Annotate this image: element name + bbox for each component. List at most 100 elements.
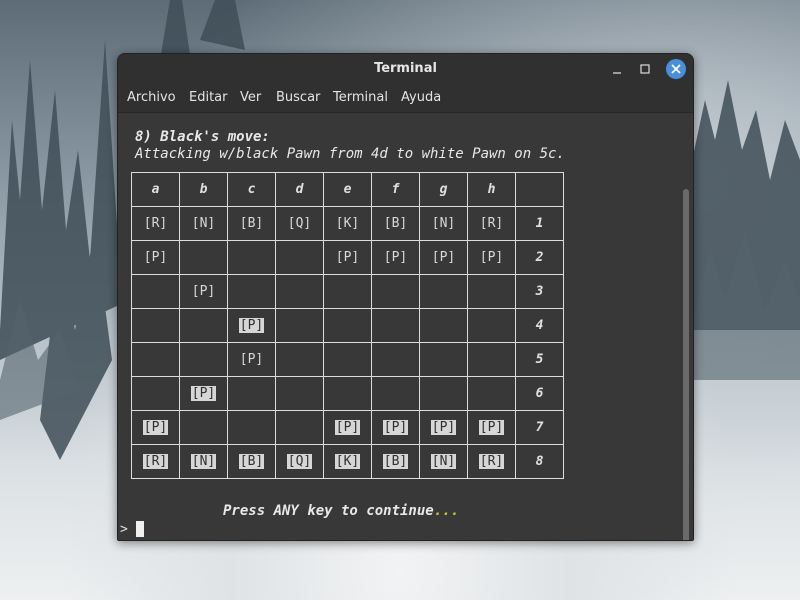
chess-piece: [N]: [190, 454, 217, 469]
board-square: [P]: [467, 240, 516, 275]
row-number: 3: [515, 274, 564, 309]
board-square: [P]: [323, 240, 372, 275]
board-square: [P]: [467, 410, 516, 445]
board-row: [R] [N] [B] [Q] [K] [B] [N] [R] 8: [131, 444, 564, 479]
row-number: 2: [515, 240, 564, 275]
board-square: [467, 274, 516, 309]
board-square: [371, 274, 420, 309]
chess-piece: [P]: [382, 420, 409, 435]
board-square: [P]: [371, 410, 420, 445]
column-header: h: [467, 172, 516, 207]
chess-piece: [R]: [478, 454, 505, 469]
board-row: [R] [N] [B] [Q] [K] [B] [N] [R] 1: [131, 206, 564, 241]
board-square: [467, 376, 516, 411]
board-square: [131, 274, 180, 309]
chess-piece: [P]: [238, 318, 265, 333]
chess-piece: [N]: [430, 454, 457, 469]
board-square: [N]: [179, 206, 228, 241]
board-square: [371, 308, 420, 343]
chess-piece: [P]: [431, 250, 456, 265]
board-square: [R]: [467, 444, 516, 479]
chess-piece: [R]: [143, 216, 168, 231]
chess-piece: [N]: [191, 216, 216, 231]
board-row: [P] 6: [131, 376, 564, 411]
column-header: e: [323, 172, 372, 207]
board-square: [419, 308, 468, 343]
board-square: [179, 410, 228, 445]
menu-bar: Archivo Editar Ver Buscar Terminal Ayuda: [118, 84, 693, 113]
board-square: [P]: [371, 240, 420, 275]
board-square: [419, 376, 468, 411]
board-square: [371, 342, 420, 377]
menu-terminal[interactable]: Terminal: [333, 90, 388, 105]
maximize-icon[interactable]: [634, 58, 656, 80]
title-bar[interactable]: Terminal: [118, 54, 693, 84]
terminal-window: Terminal Archivo Editar Ver Buscar Termi…: [117, 53, 694, 541]
board-square: [P]: [323, 410, 372, 445]
menu-archivo[interactable]: Archivo: [127, 90, 176, 105]
column-header: b: [179, 172, 228, 207]
board-square: [419, 342, 468, 377]
board-square: [227, 410, 276, 445]
text-cursor: [136, 521, 144, 537]
board-square: [323, 376, 372, 411]
column-header: [515, 172, 564, 207]
board-row: [P] 5: [131, 342, 564, 377]
move-description: Attacking w/black Pawn from 4d to white …: [135, 146, 565, 162]
chess-piece: [K]: [335, 216, 360, 231]
close-icon[interactable]: [666, 59, 686, 79]
chess-piece: [P]: [239, 352, 264, 367]
continue-dots: ...: [433, 503, 460, 519]
chess-board: a b c d e f g h [R] [N] [B] [Q] [K] [B] [N] [R] 1 [P] [P][…: [131, 172, 564, 479]
board-square: [P]: [131, 240, 180, 275]
board-square: [323, 308, 372, 343]
row-number: 8: [515, 444, 564, 479]
board-square: [P]: [179, 274, 228, 309]
board-square: [Q]: [275, 206, 324, 241]
chess-piece: [R]: [479, 216, 504, 231]
board-square: [B]: [371, 444, 420, 479]
board-square: [B]: [227, 206, 276, 241]
board-square: [131, 308, 180, 343]
board-square: [B]: [371, 206, 420, 241]
board-header-row: abcdefgh: [131, 172, 564, 207]
chess-piece: [B]: [238, 454, 265, 469]
chess-piece: [P]: [190, 386, 217, 401]
continue-text: Press ANY key to continue: [223, 503, 434, 519]
row-number: 5: [515, 342, 564, 377]
board-square: [Q]: [275, 444, 324, 479]
board-row: [P] 4: [131, 308, 564, 343]
column-header: d: [275, 172, 324, 207]
move-heading: 8) Black's move:: [135, 129, 270, 145]
board-square: [B]: [227, 444, 276, 479]
chess-piece: [P]: [430, 420, 457, 435]
chess-piece: [R]: [142, 454, 169, 469]
terminal-output[interactable]: 8) Black's move: Attacking w/black Pawn …: [118, 113, 693, 540]
board-square: [P]: [227, 308, 276, 343]
board-square: [323, 274, 372, 309]
board-square: [371, 376, 420, 411]
board-square: [P]: [131, 410, 180, 445]
chess-piece: [B]: [382, 454, 409, 469]
menu-editar[interactable]: Editar: [189, 90, 228, 105]
chess-piece: [P]: [479, 250, 504, 265]
chess-piece: [Q]: [287, 216, 312, 231]
menu-ver[interactable]: Ver: [240, 90, 261, 105]
board-row: [P] [P] [P] [P] [P] 7: [131, 410, 564, 445]
menu-buscar[interactable]: Buscar: [276, 90, 320, 105]
board-square: [P]: [227, 342, 276, 377]
board-square: [N]: [419, 206, 468, 241]
chess-piece: [B]: [239, 216, 264, 231]
scrollbar[interactable]: [683, 189, 689, 540]
board-row: [P] 3: [131, 274, 564, 309]
chess-piece: [P]: [478, 420, 505, 435]
board-square: [275, 240, 324, 275]
board-square: [275, 274, 324, 309]
board-square: [P]: [419, 410, 468, 445]
menu-ayuda[interactable]: Ayuda: [401, 90, 441, 105]
chess-piece: [P]: [383, 250, 408, 265]
shell-prompt: >: [120, 522, 128, 537]
minimize-icon[interactable]: [606, 58, 628, 80]
board-square: [P]: [419, 240, 468, 275]
board-square: [275, 308, 324, 343]
